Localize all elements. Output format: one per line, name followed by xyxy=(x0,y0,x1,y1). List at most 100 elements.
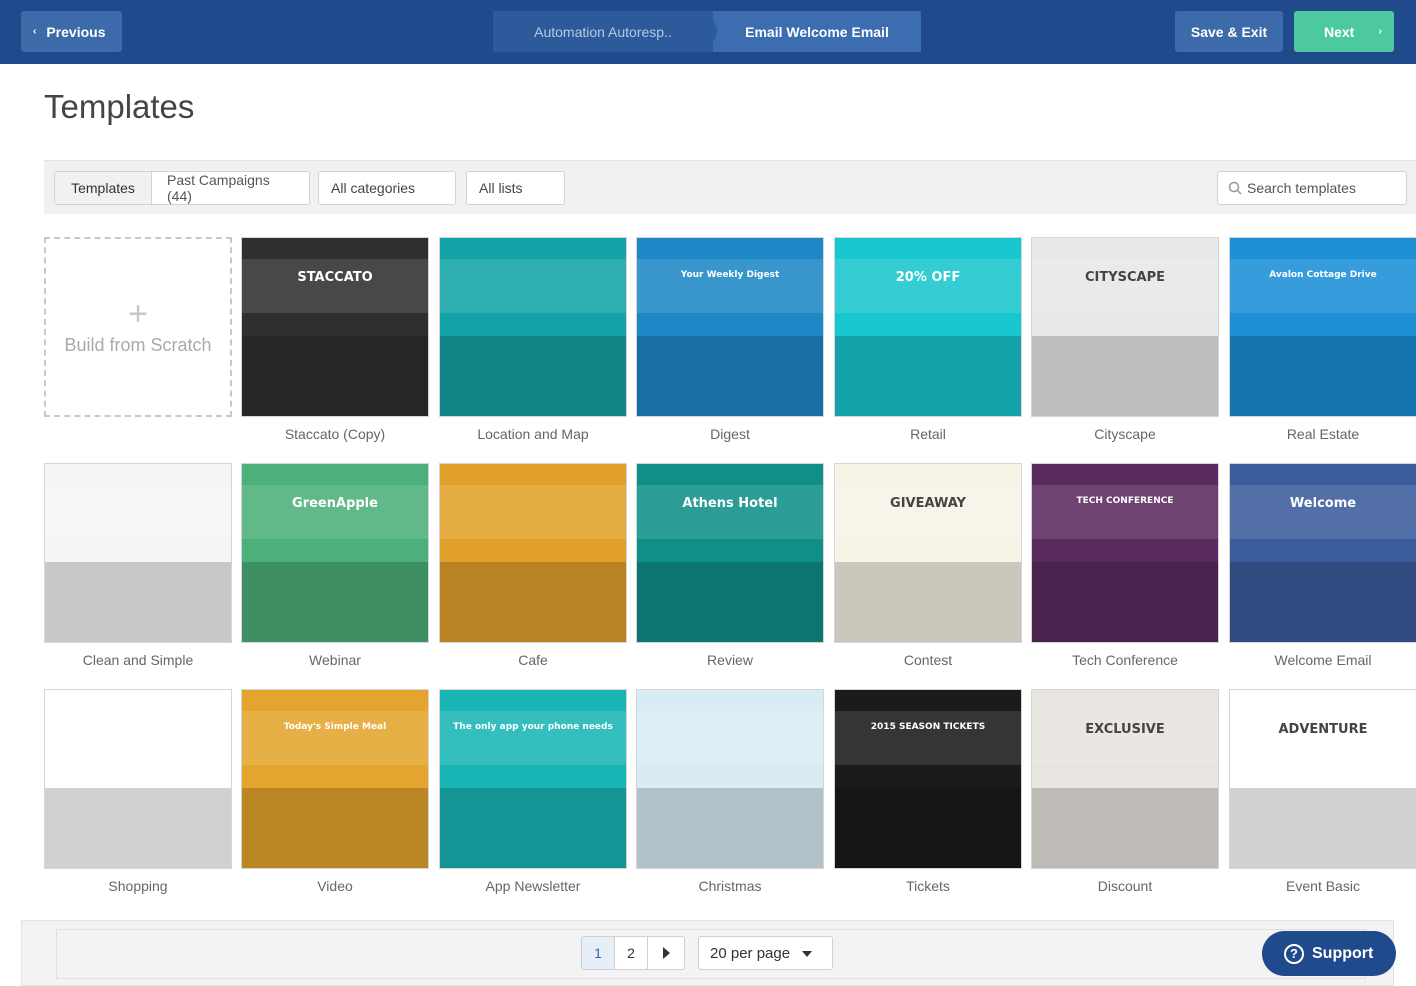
template-thumbnail-text: 2015 SEASON TICKETS xyxy=(870,722,986,733)
template-thumbnail-image xyxy=(242,561,428,642)
template-name-label[interactable]: Tech Conference xyxy=(1031,652,1219,668)
template-name-label[interactable]: Webinar xyxy=(241,652,429,668)
categories-dropdown[interactable]: All categories xyxy=(318,171,456,205)
template-name-label[interactable]: Shopping xyxy=(44,878,232,894)
filter-bar: Templates Past Campaigns (44) All catego… xyxy=(44,160,1416,214)
template-name-label[interactable]: Digest xyxy=(636,426,824,442)
page-1-button[interactable]: 1 xyxy=(582,937,615,969)
chevron-right-icon: › xyxy=(1378,26,1382,37)
template-thumbnail-image xyxy=(1032,787,1218,868)
template-thumbnail-body xyxy=(637,711,823,765)
template-card[interactable]: ADVENTURE xyxy=(1229,689,1416,869)
template-name-label[interactable]: Cityscape xyxy=(1031,426,1219,442)
template-thumbnail-text: CITYSCAPE xyxy=(1084,270,1166,286)
template-thumbnail-image xyxy=(242,787,428,868)
template-thumbnail-image xyxy=(1230,335,1416,416)
template-thumbnail-body xyxy=(440,711,626,765)
template-thumbnail-text: Welcome xyxy=(1289,496,1357,512)
template-card[interactable]: Welcome xyxy=(1229,463,1416,643)
build-from-scratch-label: Build from Scratch xyxy=(64,334,212,355)
save-and-exit-button[interactable]: Save & Exit xyxy=(1175,11,1283,52)
template-card[interactable]: The only app your phone needs xyxy=(439,689,627,869)
search-icon xyxy=(1228,181,1242,195)
template-thumbnail-body xyxy=(835,259,1021,313)
template-thumbnail-text: Athens Hotel xyxy=(682,496,778,512)
next-page-button[interactable] xyxy=(648,937,684,969)
template-name-label[interactable]: Staccato (Copy) xyxy=(241,426,429,442)
template-card[interactable] xyxy=(636,689,824,869)
template-thumbnail-body xyxy=(1032,711,1218,765)
template-thumbnail-body xyxy=(1230,485,1416,539)
top-navigation-bar: ‹ Previous Automation Autoresp.. Email W… xyxy=(0,0,1416,64)
template-card[interactable] xyxy=(439,237,627,417)
template-name-label[interactable]: Retail xyxy=(834,426,1022,442)
template-source-tabs: Templates Past Campaigns (44) xyxy=(54,171,310,205)
lists-dropdown[interactable]: All lists xyxy=(466,171,565,205)
search-input[interactable]: Search templates xyxy=(1217,171,1407,205)
template-card[interactable]: 20% OFF xyxy=(834,237,1022,417)
template-name-label[interactable]: Review xyxy=(636,652,824,668)
per-page-dropdown[interactable]: 20 per page xyxy=(698,936,833,970)
template-thumbnail-body xyxy=(242,259,428,313)
caret-down-icon xyxy=(802,951,812,957)
template-card[interactable]: 2015 SEASON TICKETS xyxy=(834,689,1022,869)
next-button[interactable]: Next › xyxy=(1294,11,1394,52)
breadcrumb-label: Email Welcome Email xyxy=(745,23,889,40)
template-thumbnail-image xyxy=(637,561,823,642)
template-card[interactable]: GreenApple xyxy=(241,463,429,643)
template-card[interactable] xyxy=(44,689,232,869)
template-card[interactable]: Athens Hotel xyxy=(636,463,824,643)
template-thumbnail-image xyxy=(1032,335,1218,416)
template-card[interactable]: CITYSCAPE xyxy=(1031,237,1219,417)
template-thumbnail-body xyxy=(242,711,428,765)
save-exit-label: Save & Exit xyxy=(1190,23,1268,40)
tab-past-campaigns[interactable]: Past Campaigns (44) xyxy=(152,172,309,204)
template-name-label[interactable]: Real Estate xyxy=(1229,426,1416,442)
template-name-label[interactable]: Discount xyxy=(1031,878,1219,894)
template-card[interactable]: Avalon Cottage Drive xyxy=(1229,237,1416,417)
template-name-label[interactable]: Welcome Email xyxy=(1229,652,1416,668)
template-thumbnail-text: ADVENTURE xyxy=(1278,722,1368,738)
template-name-label[interactable]: Clean and Simple xyxy=(44,652,232,668)
breadcrumb-current-step[interactable]: Email Welcome Email xyxy=(713,11,921,52)
template-thumbnail-body xyxy=(1230,259,1416,313)
template-thumbnail-image xyxy=(45,561,231,642)
template-name-label[interactable]: Tickets xyxy=(834,878,1022,894)
template-card[interactable]: GIVEAWAY xyxy=(834,463,1022,643)
template-name-label[interactable]: Video xyxy=(241,878,429,894)
template-thumbnail-image xyxy=(1032,561,1218,642)
template-thumbnail-image xyxy=(1230,787,1416,868)
template-card[interactable]: STACCATO xyxy=(241,237,429,417)
build-from-scratch-card[interactable]: + Build from Scratch xyxy=(44,237,232,417)
triangle-right-icon xyxy=(663,947,670,959)
breadcrumb-separator xyxy=(709,11,718,52)
template-thumbnail-text: Your Weekly Digest xyxy=(680,270,780,281)
template-card[interactable]: EXCLUSIVE xyxy=(1031,689,1219,869)
template-thumbnail-image xyxy=(835,335,1021,416)
support-button[interactable]: ? Support xyxy=(1262,931,1396,976)
previous-button[interactable]: ‹ Previous xyxy=(21,11,122,52)
template-card[interactable]: Today's Simple Meal xyxy=(241,689,429,869)
breadcrumb-label: Automation Autoresp.. xyxy=(534,23,672,40)
template-name-label[interactable]: App Newsletter xyxy=(439,878,627,894)
breadcrumb-automation[interactable]: Automation Autoresp.. xyxy=(493,11,713,52)
template-thumbnail-text: Today's Simple Meal xyxy=(283,722,387,733)
template-card[interactable]: TECH CONFERENCE xyxy=(1031,463,1219,643)
tab-templates[interactable]: Templates xyxy=(55,172,152,204)
template-thumbnail-body xyxy=(637,485,823,539)
template-card[interactable]: Your Weekly Digest xyxy=(636,237,824,417)
template-card[interactable] xyxy=(44,463,232,643)
template-name-label[interactable]: Location and Map xyxy=(439,426,627,442)
template-name-label[interactable]: Event Basic xyxy=(1229,878,1416,894)
template-thumbnail-text: TECH CONFERENCE xyxy=(1076,496,1174,507)
template-thumbnail-text: 20% OFF xyxy=(895,270,961,286)
search-placeholder: Search templates xyxy=(1247,180,1356,196)
template-thumbnail-body xyxy=(835,485,1021,539)
template-thumbnail-body xyxy=(637,259,823,313)
template-name-label[interactable]: Christmas xyxy=(636,878,824,894)
page-2-button[interactable]: 2 xyxy=(615,937,648,969)
template-card[interactable] xyxy=(439,463,627,643)
template-name-label[interactable]: Cafe xyxy=(439,652,627,668)
template-name-label[interactable]: Contest xyxy=(834,652,1022,668)
template-thumbnail-image xyxy=(1230,561,1416,642)
